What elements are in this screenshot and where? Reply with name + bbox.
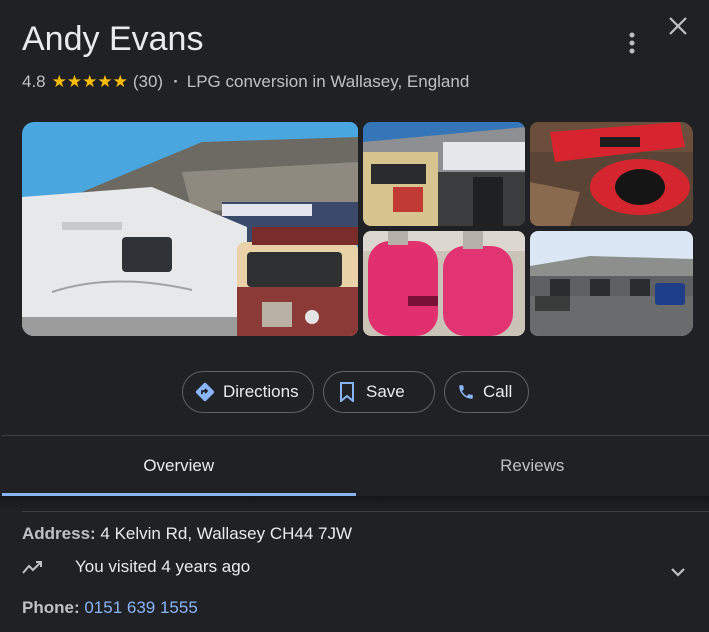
call-label: Call xyxy=(483,382,513,401)
address-value: 4 Kelvin Rd, Wallasey CH44 7JW xyxy=(95,524,353,543)
place-title: Andy Evans xyxy=(22,20,204,58)
save-button[interactable]: Save xyxy=(323,371,435,413)
chevron-down-icon xyxy=(671,568,685,577)
star-rating-icon: ★★★★★ xyxy=(51,72,128,91)
place-category: LPG conversion in Wallasey, England xyxy=(186,72,470,91)
separator-dot: · xyxy=(173,72,179,91)
photo-auto-gas-garage[interactable] xyxy=(363,122,525,226)
rating-value: 4.8 xyxy=(22,72,46,91)
rating-summary: 4.8 ★★★★★ (30) · LPG conversion in Walla… xyxy=(22,71,469,93)
tab-bar: Overview Reviews xyxy=(2,436,709,496)
call-button[interactable]: Call xyxy=(444,371,529,413)
photo-industrial-units[interactable] xyxy=(530,231,693,336)
phone-row: Phone: 0151 639 1555 xyxy=(22,598,198,618)
bookmark-icon xyxy=(336,381,358,403)
photo-pink-gas-bottles[interactable] xyxy=(363,231,525,336)
phone-number-link[interactable]: 0151 639 1555 xyxy=(80,598,197,617)
info-divider xyxy=(22,511,709,512)
directions-label: Directions xyxy=(223,382,299,401)
phone-icon xyxy=(457,381,475,403)
address-row: Address: 4 Kelvin Rd, Wallasey CH44 7JW xyxy=(22,524,352,544)
close-button[interactable] xyxy=(664,12,692,40)
directions-button[interactable]: Directions xyxy=(182,371,314,413)
save-label: Save xyxy=(366,382,405,401)
review-count-link[interactable]: (30) xyxy=(133,72,163,92)
action-buttons: Directions Save Call xyxy=(182,371,529,413)
visited-text: You visited 4 years ago xyxy=(75,557,251,576)
trending-icon xyxy=(22,561,42,574)
visited-row: You visited 4 years ago xyxy=(22,557,250,577)
photo-motorhome-and-van[interactable] xyxy=(22,122,358,336)
more-vert-icon xyxy=(629,32,635,54)
more-options-button[interactable] xyxy=(618,28,646,58)
close-icon xyxy=(669,17,687,35)
directions-icon xyxy=(195,381,215,403)
tab-reviews[interactable]: Reviews xyxy=(356,436,709,496)
photo-red-cylinder-parts[interactable] xyxy=(530,122,693,226)
tabs-shadow xyxy=(0,496,709,510)
phone-label: Phone: xyxy=(22,598,80,617)
address-label: Address: xyxy=(22,524,96,543)
tab-overview[interactable]: Overview xyxy=(2,436,356,496)
expand-button[interactable] xyxy=(666,560,690,584)
